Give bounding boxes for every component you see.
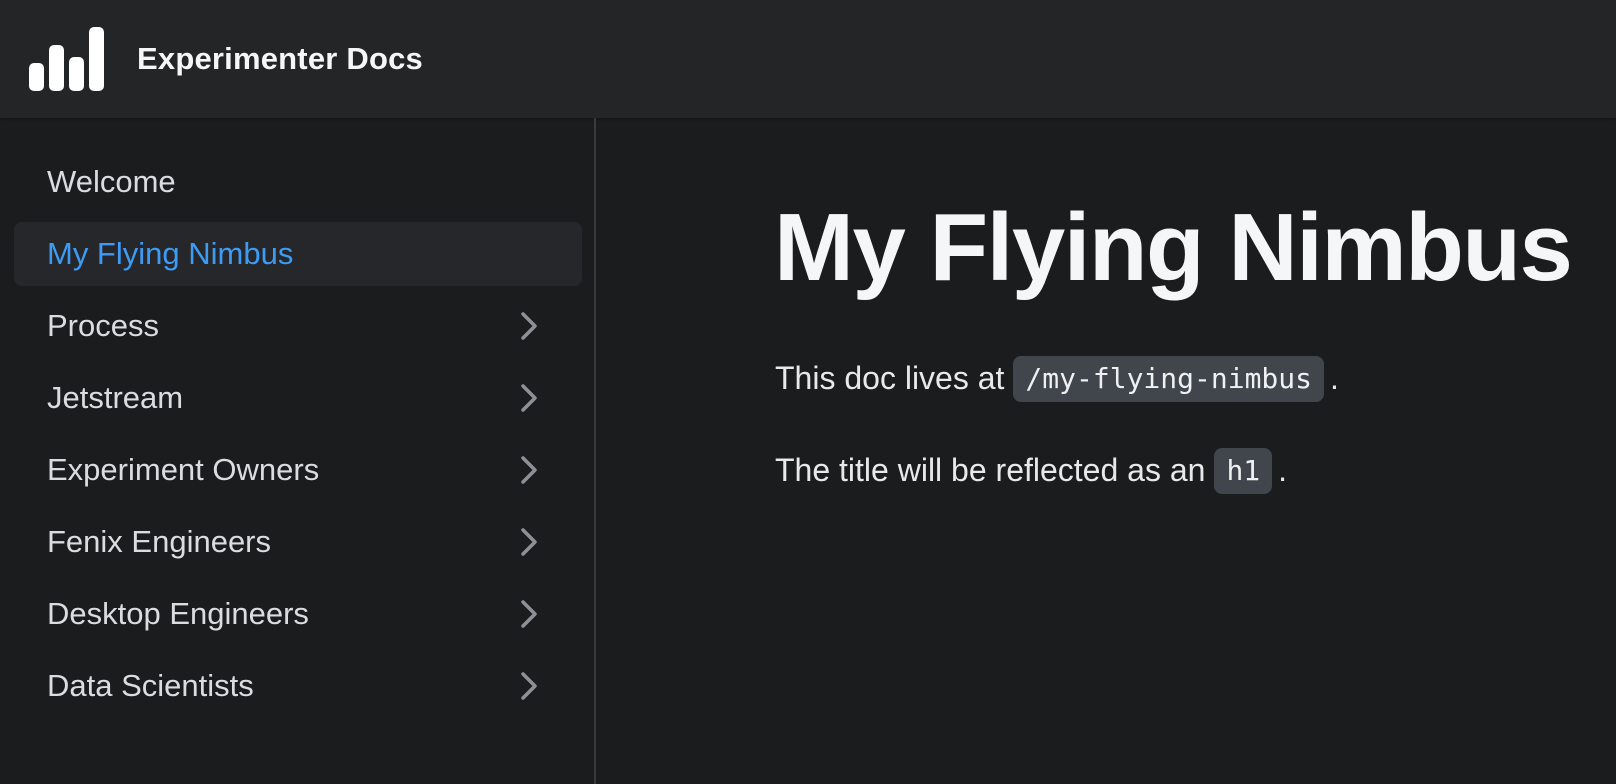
- tag-code: h1: [1214, 448, 1273, 494]
- doc-path-paragraph: This doc lives at /my-flying-nimbus .: [775, 356, 1339, 402]
- sidebar-item-label: Fenix Engineers: [47, 524, 272, 559]
- sidebar-item-process[interactable]: Process: [14, 294, 582, 358]
- sidebar-item-data-scientists[interactable]: Data Scientists: [14, 654, 582, 718]
- chevron-right-icon[interactable]: [512, 310, 544, 342]
- paragraph-text: The title will be reflected as an: [775, 452, 1206, 489]
- main-content: My Flying Nimbus This doc lives at /my-f…: [598, 118, 1616, 784]
- sidebar-item-welcome[interactable]: Welcome: [14, 150, 582, 214]
- chevron-right-icon[interactable]: [512, 598, 544, 630]
- title-info-paragraph: The title will be reflected as an h1 .: [775, 448, 1287, 494]
- bar-chart-logo-icon[interactable]: [29, 27, 105, 91]
- sidebar-item-label: Jetstream: [47, 380, 184, 415]
- sidebar: Welcome My Flying Nimbus Process Jetstre…: [0, 118, 596, 784]
- paragraph-text: This doc lives at: [775, 360, 1005, 397]
- paragraph-punctuation: .: [1330, 360, 1339, 397]
- sidebar-item-jetstream[interactable]: Jetstream: [14, 366, 582, 430]
- chevron-right-icon[interactable]: [512, 526, 544, 558]
- sidebar-item-fenix-engineers[interactable]: Fenix Engineers: [14, 510, 582, 574]
- sidebar-item-desktop-engineers[interactable]: Desktop Engineers: [14, 582, 582, 646]
- sidebar-item-label: My Flying Nimbus: [47, 236, 294, 271]
- chevron-right-icon[interactable]: [512, 454, 544, 486]
- sidebar-item-label: Experiment Owners: [47, 452, 320, 487]
- chevron-right-icon[interactable]: [512, 670, 544, 702]
- sidebar-item-label: Data Scientists: [47, 668, 254, 703]
- page-title: My Flying Nimbus: [774, 194, 1573, 301]
- sidebar-item-label: Process: [47, 308, 159, 343]
- sidebar-item-label: Welcome: [47, 164, 176, 199]
- sidebar-item-label: Desktop Engineers: [47, 596, 309, 631]
- sidebar-item-experiment-owners[interactable]: Experiment Owners: [14, 438, 582, 502]
- path-code: /my-flying-nimbus: [1013, 356, 1324, 402]
- chevron-right-icon[interactable]: [512, 382, 544, 414]
- brand-title[interactable]: Experimenter Docs: [137, 41, 423, 77]
- paragraph-punctuation: .: [1278, 452, 1288, 489]
- navbar: Experimenter Docs: [0, 0, 1616, 118]
- sidebar-item-my-flying-nimbus[interactable]: My Flying Nimbus: [14, 222, 582, 286]
